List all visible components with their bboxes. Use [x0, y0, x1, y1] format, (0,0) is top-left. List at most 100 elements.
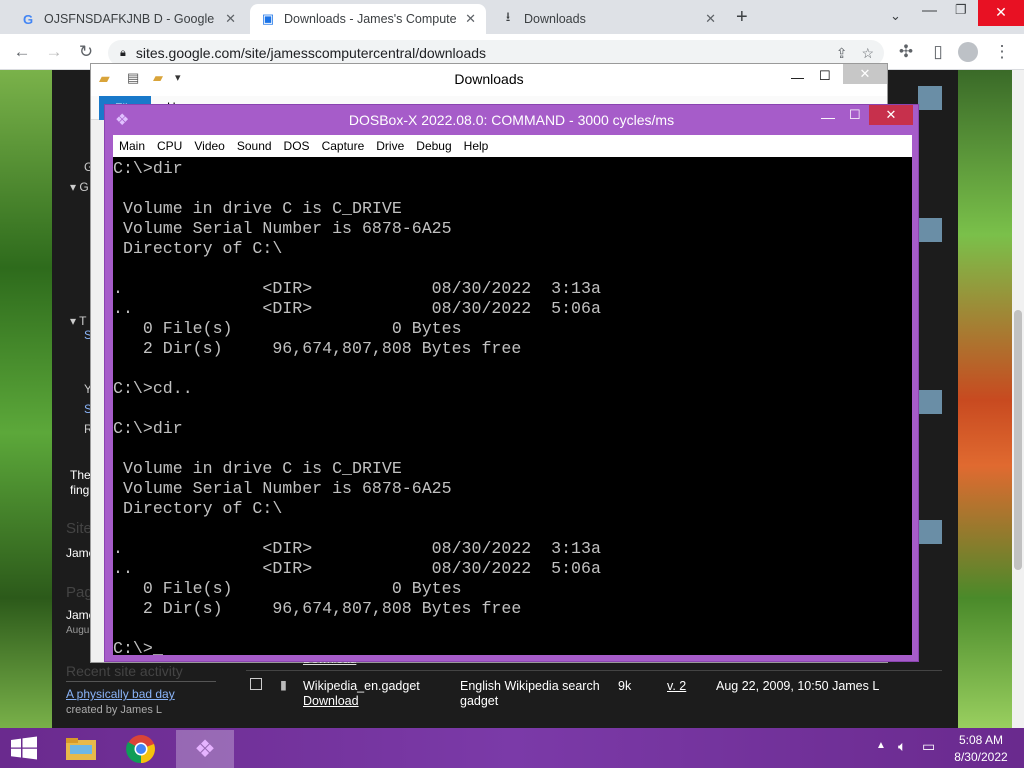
dosbox-close-icon[interactable]: ✕ — [869, 105, 913, 125]
side-letter: T — [79, 314, 87, 328]
window-close-icon[interactable]: ✕ — [978, 0, 1024, 26]
tab-search-icon[interactable]: ⌄ — [890, 8, 901, 24]
tab-label: Downloads - James's Computer C — [284, 12, 458, 26]
taskbar-file-explorer-icon[interactable] — [58, 730, 104, 768]
download-arrow-icon: ⭳ — [505, 9, 511, 24]
table-highlight — [918, 218, 942, 242]
menu-video[interactable]: Video — [188, 139, 230, 153]
dosbox-minimize-icon[interactable]: — — [821, 109, 835, 125]
explorer-maximize-icon[interactable]: ☐ — [819, 68, 831, 84]
file-description: gadget — [460, 694, 499, 708]
caption-text: The — [70, 468, 91, 482]
side-letter-collapse[interactable]: ▾ T — [70, 314, 86, 328]
console-line: Directory of C:\ — [113, 499, 283, 518]
sites-page-icon: ▣ — [261, 11, 275, 26]
console-line: 2 Dir(s) 96,674,807,808 Bytes free — [113, 599, 522, 618]
table-highlight — [918, 390, 942, 414]
console-line: C:\>dir — [113, 419, 183, 438]
tab-google-search[interactable]: G OJSFNSDAFKJNB D - Google Sea ✕ — [10, 4, 246, 34]
file-icon: ▮ — [280, 678, 287, 692]
new-tab-button[interactable]: + — [736, 6, 748, 29]
console-line: . <DIR> 08/30/2022 3:13a — [113, 539, 601, 558]
network-icon[interactable]: ▭ — [922, 738, 935, 755]
caption-text: fing — [70, 483, 90, 497]
recent-activity-heading: Recent site activity — [66, 663, 183, 679]
close-icon[interactable]: ✕ — [697, 11, 716, 27]
console-line: Volume Serial Number is 6878-6A25 — [113, 479, 452, 498]
menu-drive[interactable]: Drive — [370, 139, 410, 153]
console-line: Volume in drive C is C_DRIVE — [113, 459, 402, 478]
site-heading: Site — [66, 520, 92, 537]
row-checkbox[interactable] — [250, 678, 262, 690]
show-hidden-icons-icon[interactable]: ▲ — [876, 740, 886, 751]
pages-heading: Pag — [66, 584, 93, 601]
console-cursor: _ — [153, 639, 163, 655]
back-arrow-icon[interactable]: ← — [10, 42, 34, 62]
explorer-close-icon[interactable]: ✕ — [843, 64, 887, 84]
table-row: ▮ Wikipedia_en.gadget Download English W… — [246, 670, 942, 718]
file-date: Aug 22, 2009, 10:50 James L — [716, 679, 880, 693]
explorer-titlebar: ▰ ▤ ▰ ▾ Downloads — ☐ ✕ — [91, 64, 887, 96]
clock-date[interactable]: 8/30/2022 — [946, 750, 1016, 764]
recent-activity-link[interactable]: A physically bad day — [66, 687, 175, 701]
google-g-icon: G — [22, 11, 34, 27]
console-line: Directory of C:\ — [113, 239, 283, 258]
file-description: English Wikipedia search — [460, 679, 600, 693]
menu-capture[interactable]: Capture — [316, 139, 371, 153]
divider — [66, 681, 216, 682]
file-version-link[interactable]: v. 2 — [667, 679, 686, 693]
table-highlight — [918, 520, 942, 544]
share-icon[interactable]: ⇪ — [836, 45, 848, 62]
dosbox-logo-icon: ❖ — [194, 735, 216, 763]
menu-help[interactable]: Help — [458, 139, 495, 153]
divider — [246, 670, 942, 671]
side-letter-collapse[interactable]: ▾ G — [70, 180, 89, 194]
star-icon[interactable]: ☆ — [861, 45, 874, 62]
menu-debug[interactable]: Debug — [410, 139, 457, 153]
file-name[interactable]: Wikipedia_en.gadget — [303, 679, 420, 693]
tab-label: Downloads — [524, 12, 586, 26]
minimize-icon[interactable]: — — [922, 2, 937, 19]
close-icon[interactable]: ✕ — [457, 11, 476, 27]
dosbox-window: ❖ DOSBox-X 2022.08.0: COMMAND - 3000 cyc… — [104, 104, 919, 662]
menu-main[interactable]: Main — [113, 139, 151, 153]
menu-kebab-icon[interactable]: ⋮ — [990, 42, 1014, 62]
volume-muted-icon[interactable]: 🔈︎ — [898, 738, 906, 755]
recent-activity-byline: created by James L — [66, 704, 162, 716]
file-download-link[interactable]: Download — [303, 694, 359, 708]
address-url: sites.google.com/site/jamesscomputercent… — [135, 45, 487, 61]
page-background-left — [0, 70, 52, 730]
menu-cpu[interactable]: CPU — [151, 139, 188, 153]
tab-downloads-site[interactable]: ▣ Downloads - James's Computer C ✕ — [250, 4, 486, 34]
taskbar-chrome-icon[interactable] — [118, 730, 164, 768]
menu-sound[interactable]: Sound — [231, 139, 278, 153]
console-line: .. <DIR> 08/30/2022 5:06a — [113, 559, 601, 578]
explorer-minimize-icon[interactable]: — — [791, 70, 804, 85]
dosbox-menubar: Main CPU Video Sound DOS Capture Drive D… — [113, 135, 912, 157]
start-windows-icon[interactable] — [10, 736, 38, 760]
lock-icon: 🔒︎ — [120, 46, 126, 59]
menu-dos[interactable]: DOS — [278, 139, 316, 153]
profile-avatar[interactable] — [958, 42, 978, 62]
tab-downloads[interactable]: ⭳ Downloads ✕ — [490, 4, 726, 34]
close-icon[interactable]: ✕ — [217, 11, 236, 27]
dosbox-maximize-icon[interactable]: ☐ — [849, 107, 861, 123]
table-highlight — [918, 86, 942, 110]
extensions-icon[interactable]: ✣ — [894, 42, 918, 62]
restore-icon[interactable]: ❐ — [955, 2, 967, 18]
console-line: .. <DIR> 08/30/2022 5:06a — [113, 299, 601, 318]
console-line: 2 Dir(s) 96,674,807,808 Bytes free — [113, 339, 522, 358]
file-size: 9k — [618, 679, 632, 693]
taskbar-dosbox-icon[interactable]: ❖ — [176, 730, 234, 768]
console-line: . <DIR> 08/30/2022 3:13a — [113, 279, 601, 298]
side-panel-icon[interactable]: ▯ — [926, 42, 950, 62]
console-line: 0 File(s) 0 Bytes — [113, 579, 462, 598]
side-letter: G — [79, 180, 89, 194]
forward-arrow-icon[interactable]: → — [42, 42, 66, 62]
dos-console[interactable]: C:\>dir Volume in drive C is C_DRIVE Vol… — [113, 157, 912, 655]
console-line: Volume in drive C is C_DRIVE — [113, 199, 402, 218]
scrollbar-thumb[interactable] — [1014, 310, 1022, 570]
tab-label: OJSFNSDAFKJNB D - Google Sea — [44, 12, 217, 26]
clock-time[interactable]: 5:08 AM — [946, 733, 1016, 747]
reload-icon[interactable]: ↻ — [74, 42, 98, 62]
